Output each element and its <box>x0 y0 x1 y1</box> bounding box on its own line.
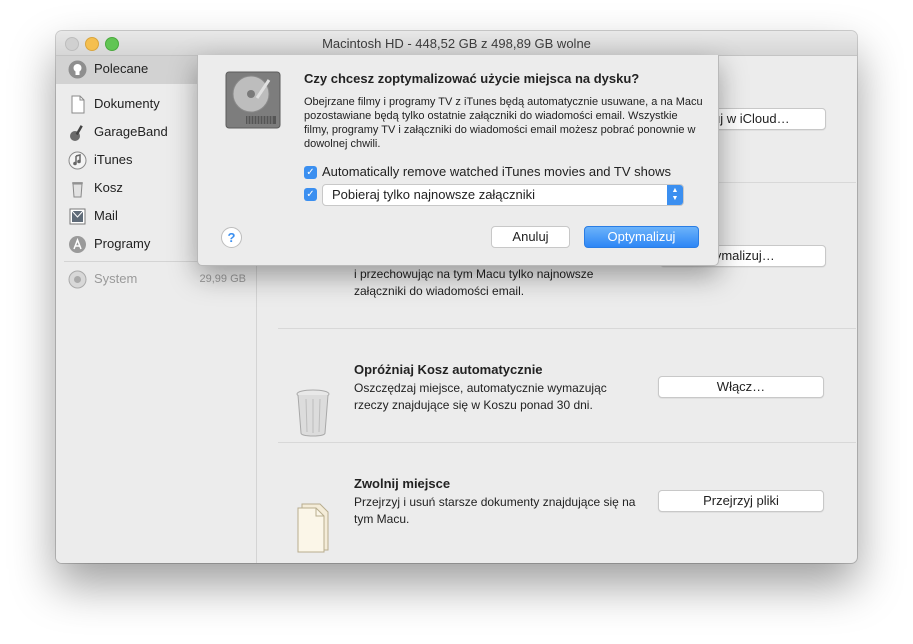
lightbulb-icon <box>68 60 87 79</box>
hard-drive-icon <box>224 70 282 130</box>
document-icon <box>68 95 87 114</box>
attachments-select[interactable]: Pobieraj tylko najnowsze załączniki ▲ ▼ <box>322 184 684 206</box>
music-note-icon <box>68 151 87 170</box>
optimize-description: i przechowując na tym Macu tylko najnows… <box>354 267 594 298</box>
sidebar-item-label: Programy <box>94 236 151 251</box>
title-bar: Macintosh HD - 448,52 GB z 498,89 GB wol… <box>56 31 857 56</box>
sidebar-item-label: iTunes <box>94 152 133 167</box>
free-space-description: Przejrzyj i usuń starsze dokumenty znajd… <box>354 495 636 526</box>
attachments-option: ✓ Pobieraj tylko najnowsze załączniki ▲ ▼ <box>304 184 704 206</box>
sidebar-item-system[interactable]: System 29,99 GB <box>56 266 256 294</box>
free-space-title: Zwolnij miejsce <box>354 476 451 491</box>
dialog-message: Obejrzane filmy i programy TV z iTunes b… <box>304 96 703 150</box>
remove-watched-checkbox[interactable]: ✓ <box>304 166 317 179</box>
sidebar-item-label: Kosz <box>94 180 123 195</box>
dialog-title: Czy chcesz zoptymalizować użycie miejsca… <box>304 71 640 86</box>
empty-trash-title: Opróżniaj Kosz automatycznie <box>354 362 543 377</box>
sidebar-item-label: GarageBand <box>94 124 168 139</box>
optimize-button[interactable]: Optymalizuj <box>584 226 699 248</box>
guitar-icon <box>68 123 87 142</box>
up-down-chevron-icon: ▲ ▼ <box>667 185 683 205</box>
section-divider <box>278 442 856 443</box>
review-files-button[interactable]: Przejrzyj pliki <box>658 490 824 512</box>
optimize-storage-dialog: Czy chcesz zoptymalizować użycie miejsca… <box>197 55 719 266</box>
system-size: 29,99 GB <box>199 273 246 285</box>
trash-icon <box>68 179 87 198</box>
attachments-checkbox[interactable]: ✓ <box>304 188 317 201</box>
empty-trash-description: Oszczędzaj miejsce, automatycznie wymazu… <box>354 381 607 412</box>
sidebar-item-label: Dokumenty <box>94 96 160 111</box>
cancel-button[interactable]: Anuluj <box>491 226 570 248</box>
enable-empty-trash-button[interactable]: Włącz… <box>658 376 824 398</box>
window-title: Macintosh HD - 448,52 GB z 498,89 GB wol… <box>322 36 591 51</box>
app-store-icon <box>68 235 87 254</box>
documents-icon <box>296 502 332 559</box>
sidebar-item-label: Polecane <box>94 61 149 76</box>
trash-can-icon <box>295 387 331 442</box>
attachments-select-value: Pobieraj tylko najnowsze załączniki <box>332 187 536 202</box>
sidebar-item-label: Mail <box>94 208 118 223</box>
remove-watched-option: ✓ Automatically remove watched iTunes mo… <box>304 163 704 181</box>
remove-watched-label: Automatically remove watched iTunes movi… <box>322 164 671 179</box>
sidebar-item-label: System <box>94 271 138 286</box>
section-divider <box>278 328 856 329</box>
help-button[interactable]: ? <box>221 227 242 248</box>
mail-icon <box>68 207 87 226</box>
gear-icon <box>68 270 87 289</box>
